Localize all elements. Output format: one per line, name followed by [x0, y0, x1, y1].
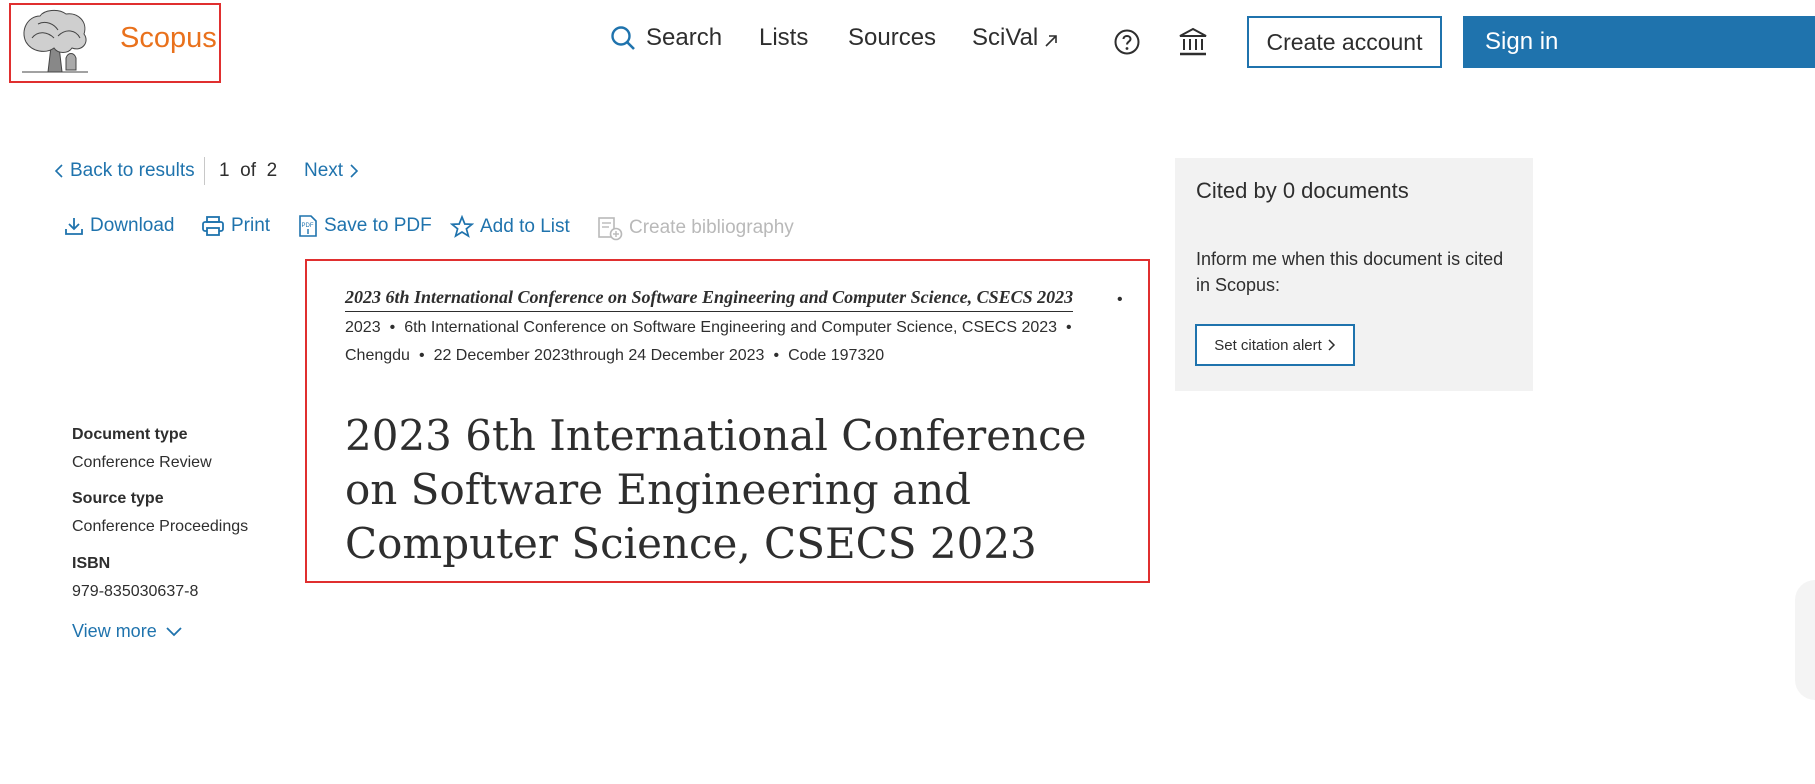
pdf-icon: PDF: [299, 215, 317, 237]
set-citation-alert-label: Set citation alert: [1214, 336, 1322, 354]
separator-dot: •: [389, 319, 396, 336]
edge-scroll-widget: [1795, 580, 1815, 700]
pager-current: 1: [219, 160, 230, 181]
download-icon: [65, 218, 83, 235]
next-result-link[interactable]: Next: [304, 160, 360, 182]
isbn-label: ISBN: [72, 555, 111, 572]
source-title-text: 2023 6th International Conference on Sof…: [345, 287, 1074, 307]
help-icon[interactable]: [1113, 28, 1141, 56]
meta-location: Chengdu: [345, 347, 410, 364]
print-button[interactable]: Print: [201, 215, 270, 237]
back-to-results-link[interactable]: Back to results: [53, 160, 195, 182]
meta-dates: 22 December 2023through 24 December 2023: [433, 347, 765, 364]
star-icon: [450, 215, 474, 238]
add-to-list-label: Add to List: [480, 216, 570, 237]
save-to-pdf-button[interactable]: PDF Save to PDF: [298, 215, 432, 237]
chevron-right-icon: [1328, 339, 1335, 351]
source-type-value: Conference Proceedings: [72, 518, 249, 535]
sign-in-button[interactable]: Sign in: [1463, 16, 1815, 68]
chevron-left-icon: [54, 164, 63, 178]
print-label: Print: [231, 215, 271, 236]
create-bibliography-label: Create bibliography: [629, 217, 794, 238]
nav-scival[interactable]: SciVal: [972, 24, 1059, 52]
meta-conference: 6th International Conference on Software…: [404, 319, 1058, 336]
document-type-label: Document type: [72, 426, 188, 443]
bibliography-icon: [598, 217, 623, 241]
create-account-button[interactable]: Create account: [1247, 16, 1442, 68]
source-title-link[interactable]: 2023 6th International Conference on Sof…: [345, 287, 1074, 312]
separator-dot: •: [773, 347, 780, 364]
download-button[interactable]: Download: [64, 215, 175, 237]
nav-sources[interactable]: Sources: [848, 24, 936, 52]
document-type-value: Conference Review: [72, 454, 212, 471]
separator-dot: •: [1066, 319, 1072, 336]
save-to-pdf-label: Save to PDF: [324, 215, 432, 236]
chevron-right-icon: [350, 164, 359, 178]
create-bibliography-button: Create bibliography: [597, 215, 794, 241]
nav-search[interactable]: Search: [610, 24, 722, 52]
svg-text:PDF: PDF: [302, 223, 314, 229]
view-more-link[interactable]: View more: [72, 621, 183, 642]
scopus-logo-text[interactable]: Scopus: [120, 22, 217, 55]
print-icon: [202, 216, 224, 236]
back-to-results-label: Back to results: [70, 160, 195, 181]
elsevier-tree-logo[interactable]: [18, 8, 92, 74]
meta-code: Code 197320: [788, 347, 885, 364]
external-link-icon: [1045, 35, 1058, 47]
view-more-label: View more: [72, 621, 157, 641]
meta-year: 2023: [345, 319, 381, 336]
isbn-value: 979-835030637-8: [72, 583, 199, 600]
cited-by-description: Inform me when this document is cited in…: [1196, 249, 1504, 295]
next-label: Next: [304, 160, 344, 181]
nav-scival-label: SciVal: [972, 24, 1039, 51]
institution-icon[interactable]: [1178, 27, 1208, 57]
add-to-list-button[interactable]: Add to List: [450, 215, 570, 239]
nav-search-label: Search: [646, 24, 723, 51]
download-label: Download: [90, 215, 175, 236]
chevron-down-icon: [166, 626, 182, 636]
pager-of: of: [240, 160, 256, 181]
set-citation-alert-button[interactable]: Set citation alert: [1195, 324, 1355, 366]
result-pager: 1 of 2: [219, 160, 277, 182]
document-meta-line-2: Chengdu • 22 December 2023through 24 Decem…: [345, 347, 884, 365]
document-meta-line-1: 2023 • 6th International Conference on Sof…: [345, 319, 1081, 337]
divider: [204, 157, 205, 185]
pager-total: 2: [266, 160, 278, 181]
search-icon: [611, 26, 635, 50]
source-type-label: Source type: [72, 490, 164, 507]
separator-dot: •: [418, 347, 425, 364]
separator-dot: •: [1117, 291, 1123, 308]
cited-by-title: Cited by 0 documents: [1196, 178, 1409, 203]
document-title: 2023 6th International Conference on Sof…: [345, 411, 1087, 568]
nav-lists[interactable]: Lists: [759, 24, 808, 52]
